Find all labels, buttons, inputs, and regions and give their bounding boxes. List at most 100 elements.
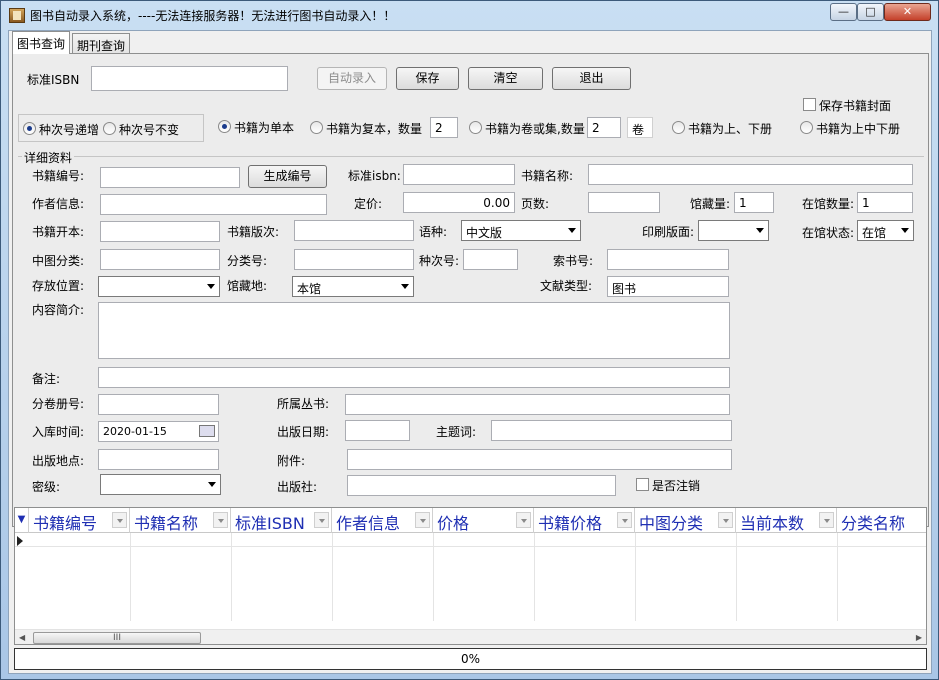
- class-no-label: 分类号:: [227, 254, 268, 268]
- publisher-input[interactable]: [347, 475, 616, 496]
- grid-column-header[interactable]: 分类名称: [837, 508, 926, 533]
- tab-journal-query[interactable]: 期刊查询: [72, 33, 131, 54]
- volume-set-label: 书籍为卷或集,数量: [485, 122, 585, 136]
- series-input[interactable]: [345, 394, 730, 415]
- seq-no-input[interactable]: [463, 249, 518, 270]
- book-isbn-input[interactable]: [403, 164, 515, 185]
- horizontal-scrollbar[interactable]: ◀ III ▶: [15, 629, 926, 644]
- column-divider: [130, 533, 131, 621]
- filter-dropdown-icon[interactable]: [415, 512, 430, 528]
- close-button[interactable]: ✕: [884, 3, 931, 21]
- title-bar[interactable]: 图书自动录入系统，----无法连接服务器！无法进行图书自动录入！！ — □ ✕: [1, 1, 938, 29]
- copies-qty-input[interactable]: 2: [430, 117, 458, 138]
- col-book-price: 书籍价格: [538, 514, 603, 533]
- seq-increment-radio[interactable]: [23, 122, 36, 135]
- maximize-button[interactable]: □: [857, 3, 884, 21]
- book-title-label: 书籍名称:: [521, 169, 574, 183]
- grid-column-header[interactable]: 书籍名称: [130, 508, 231, 533]
- filter-dropdown-icon[interactable]: [112, 512, 127, 528]
- cancelled-checkbox[interactable]: [636, 478, 649, 491]
- doc-type-input[interactable]: 图书: [607, 276, 729, 297]
- edition-input[interactable]: [294, 220, 414, 241]
- edition-label: 书籍版次:: [227, 225, 280, 239]
- seq-no-label: 种次号:: [419, 254, 460, 268]
- filter-dropdown-icon[interactable]: [718, 512, 733, 528]
- author-input[interactable]: [100, 194, 327, 215]
- summary-textarea[interactable]: [98, 302, 730, 359]
- grid-column-header[interactable]: 书籍价格: [534, 508, 635, 533]
- call-no-input[interactable]: [607, 249, 729, 270]
- grid-column-header[interactable]: 当前本数: [736, 508, 837, 533]
- status-label: 在馆状态:: [802, 226, 855, 240]
- single-volume-radio[interactable]: [218, 120, 231, 133]
- print-select[interactable]: [698, 220, 769, 241]
- format-input[interactable]: [100, 221, 220, 242]
- grid-column-header[interactable]: 书籍编号: [29, 508, 130, 533]
- pub-date-input[interactable]: [345, 420, 410, 441]
- publisher-label: 出版社:: [277, 480, 318, 494]
- in-lib-qty-label: 在馆数量:: [802, 197, 855, 211]
- copies-radio[interactable]: [310, 121, 323, 134]
- pages-input[interactable]: [588, 192, 660, 213]
- seq-fixed-radio[interactable]: [103, 122, 116, 135]
- filter-dropdown-icon[interactable]: [213, 512, 228, 528]
- holdings-input[interactable]: 1: [734, 192, 774, 213]
- clc-input[interactable]: [100, 249, 220, 270]
- isbn-input[interactable]: [91, 66, 288, 91]
- cancelled-label: 是否注销: [652, 479, 701, 493]
- in-lib-qty-input[interactable]: 1: [857, 192, 913, 213]
- volume-no-input[interactable]: [98, 394, 219, 415]
- status-select[interactable]: 在馆: [857, 220, 914, 241]
- class-no-input[interactable]: [294, 249, 414, 270]
- grid-column-header[interactable]: 中图分类: [635, 508, 736, 533]
- book-grid[interactable]: ▼ 书籍编号 书籍名称 标准ISBN 作者信息 价格 书籍价格 中图分类 当前本…: [14, 507, 927, 645]
- filter-dropdown-icon[interactable]: [314, 512, 329, 528]
- language-select[interactable]: 中文版: [461, 220, 581, 241]
- subject-input[interactable]: [491, 420, 732, 441]
- single-volume-label: 书籍为单本: [234, 121, 295, 135]
- call-no-label: 索书号:: [553, 254, 594, 268]
- two-volume-radio[interactable]: [672, 121, 685, 134]
- scroll-thumb[interactable]: III: [33, 632, 201, 644]
- grid-column-header[interactable]: 标准ISBN: [231, 508, 332, 533]
- grid-column-header[interactable]: 作者信息: [332, 508, 433, 533]
- volume-set-radio[interactable]: [469, 121, 482, 134]
- minimize-button[interactable]: —: [830, 3, 857, 21]
- generate-no-button[interactable]: 生成编号: [248, 165, 327, 188]
- clear-button[interactable]: 清空: [468, 67, 543, 90]
- save-button[interactable]: 保存: [396, 67, 459, 90]
- save-cover-label: 保存书籍封面: [819, 99, 892, 113]
- location-select[interactable]: [98, 276, 220, 297]
- price-input[interactable]: 0.00: [403, 192, 515, 213]
- exit-button[interactable]: 退出: [552, 67, 631, 90]
- volume-set-qty-input[interactable]: 2: [587, 117, 621, 138]
- attachment-input[interactable]: [347, 449, 732, 470]
- column-divider: [635, 533, 636, 621]
- grid-column-header[interactable]: 价格: [433, 508, 534, 533]
- remark-input[interactable]: [98, 367, 730, 388]
- save-cover-checkbox[interactable]: [803, 98, 816, 111]
- calendar-icon[interactable]: [199, 425, 215, 437]
- pub-place-input[interactable]: [98, 449, 219, 470]
- scroll-left-icon[interactable]: ◀: [19, 633, 25, 642]
- auto-entry-button[interactable]: 自动录入: [317, 67, 387, 90]
- book-no-input[interactable]: [100, 167, 240, 188]
- three-volume-radio[interactable]: [800, 121, 813, 134]
- pub-date-label: 出版日期:: [277, 425, 330, 439]
- volume-no-label: 分卷册号:: [32, 397, 85, 411]
- book-title-input[interactable]: [588, 164, 913, 185]
- filter-dropdown-icon[interactable]: [617, 512, 632, 528]
- scroll-right-icon[interactable]: ▶: [916, 633, 922, 642]
- entry-date-value: 2020-01-15: [103, 425, 167, 438]
- col-title: 书籍名称: [134, 514, 199, 533]
- col-author: 作者信息: [336, 514, 401, 533]
- col-isbn: 标准ISBN: [235, 514, 305, 533]
- seq-increment-label: 种次号递增: [39, 123, 100, 137]
- tab-book-query[interactable]: 图书查询: [12, 31, 71, 54]
- site-select[interactable]: 本馆: [292, 276, 414, 297]
- entry-date-picker[interactable]: 2020-01-15: [98, 421, 219, 442]
- details-group-line: [18, 156, 924, 157]
- filter-dropdown-icon[interactable]: [819, 512, 834, 528]
- filter-dropdown-icon[interactable]: [516, 512, 531, 528]
- secrecy-select[interactable]: [100, 474, 221, 495]
